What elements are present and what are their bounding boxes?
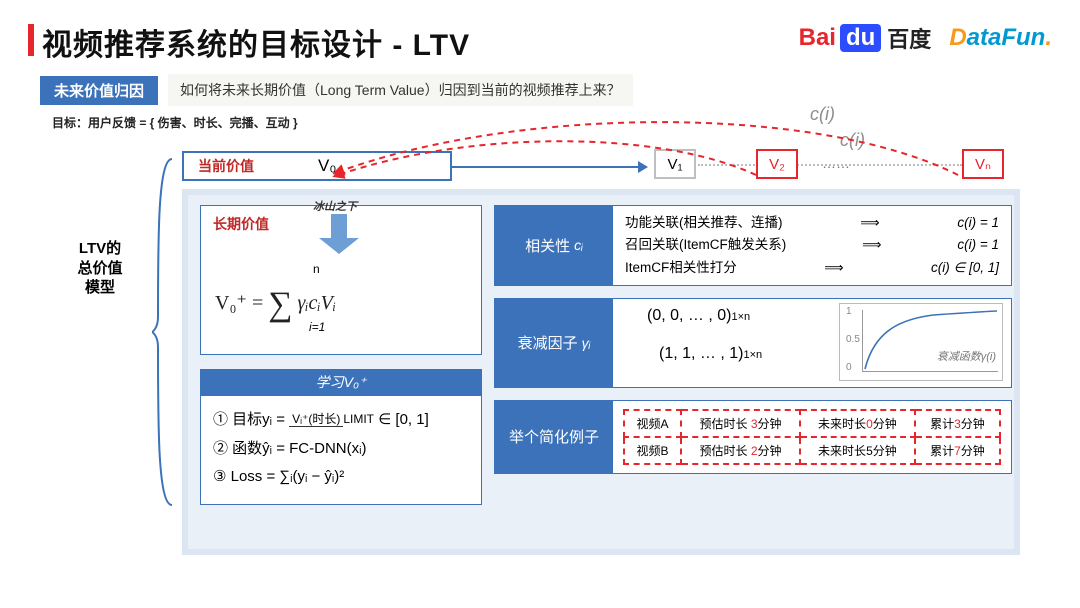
seq-vn: Vₙ — [962, 149, 1004, 179]
example-table: 视频A 预估时长 3分钟 未来时长0分钟 累计3分钟 视频B 预估时长 2分钟 … — [623, 409, 1001, 465]
sigma-n: n — [313, 262, 320, 276]
sigma-i: i=1 — [309, 320, 325, 334]
table-row: 视频B 预估时长 2分钟 未来时长5分钟 累计7分钟 — [624, 437, 1000, 464]
goal-line: 目标：用户反馈 = { 伤害、时长、完播、互动 } — [52, 114, 1052, 131]
rel-row-3: ItemCF相关性打分⟹c(i) ∈ [0, 1] — [625, 257, 999, 279]
seq-v1: V₁ — [654, 149, 696, 179]
page-title: 视频推荐系统的目标设计 - LTV — [28, 20, 470, 64]
v0-box: V₀ — [300, 151, 440, 181]
ltv-model-label: LTV的 总价值 模型 — [56, 239, 144, 298]
logo-row: Baidu 百度 DataFun. — [799, 22, 1052, 54]
dotted-line — [698, 164, 962, 166]
learn-header: 学习V₀⁺ — [200, 369, 482, 395]
baidu-bai: Bai — [799, 24, 836, 52]
example-head: 举个简化例子 — [495, 401, 613, 473]
table-row: 视频A 预估时长 3分钟 未来时长0分钟 累计3分钟 — [624, 410, 1000, 437]
section-tag: 未来价值归因 — [40, 76, 158, 105]
decay-caption: 衰减函数γ(i) — [937, 348, 996, 364]
learn-line-3: ③ Loss = ∑ᵢ(yᵢ − ŷᵢ)² — [213, 463, 469, 492]
long-term-formula-box: 长期价值 冰山之下 n V₀⁺ = ∑ γᵢcᵢVᵢ i=1 — [200, 205, 482, 355]
long-term-label: 长期价值 — [213, 216, 269, 232]
baidu-paw-icon: du — [840, 24, 881, 52]
brace-icon — [152, 157, 176, 507]
iceberg-label: 冰山之下 — [313, 198, 357, 214]
decay-zeros: (0, 0, … , 0)1×n — [647, 307, 750, 325]
current-label: 当前价值 — [198, 156, 254, 176]
decay-chart: 1 0.5 0 衰减函数γ(i) — [839, 303, 1003, 381]
model-frame: 长期价值 冰山之下 n V₀⁺ = ∑ γᵢcᵢVᵢ i=1 学习V₀⁺ ① 目 — [182, 189, 1020, 555]
attrib-c-1: c(i) — [810, 104, 835, 125]
decay-head: 衰减因子γᵢ — [495, 299, 613, 387]
rel-row-2: 召回关联(ItemCF触发关系)⟹c(i) = 1 — [625, 234, 999, 256]
seq-v2: V₂ — [756, 149, 798, 179]
ltv-formula: V₀⁺ = ∑ γᵢcᵢVᵢ — [215, 280, 336, 318]
learn-box: ① 目标yᵢ = Vᵢ⁺(时长)LIMIT ∈ [0, 1] ② 函数ŷᵢ = … — [200, 395, 482, 505]
relevance-head: 相关性cᵢ — [495, 206, 613, 285]
section-desc: 如何将未来长期价值（Long Term Value）归因到当前的视频推荐上来？ — [168, 74, 633, 106]
learn-line-2: ② 函数ŷᵢ = FC-DNN(xᵢ) — [213, 435, 469, 464]
decay-panel: 衰减因子γᵢ (0, 0, … , 0)1×n (1, 1, … , 1)1×n… — [494, 298, 1012, 388]
baidu-logo: Baidu 百度 — [799, 22, 932, 54]
edge-arrow — [452, 166, 640, 168]
sigma-icon: ∑ — [268, 286, 292, 323]
learn-line-1: ① 目标yᵢ = Vᵢ⁺(时长)LIMIT ∈ [0, 1] — [213, 406, 469, 435]
attrib-c-2: c(i) — [840, 130, 865, 151]
down-arrow-icon — [331, 214, 347, 240]
datafun-logo: DataFun. — [949, 24, 1052, 52]
decay-ones: (1, 1, … , 1)1×n — [659, 345, 762, 363]
seq-dots: …… — [822, 155, 850, 171]
rel-row-1: 功能关联(相关推荐、连播)⟹c(i) = 1 — [625, 212, 999, 234]
example-panel: 举个简化例子 视频A 预估时长 3分钟 未来时长0分钟 累计3分钟 视频B — [494, 400, 1012, 474]
baidu-cn: 百度 — [887, 22, 931, 54]
relevance-panel: 相关性cᵢ 功能关联(相关推荐、连播)⟹c(i) = 1 召回关联(ItemCF… — [494, 205, 1012, 286]
